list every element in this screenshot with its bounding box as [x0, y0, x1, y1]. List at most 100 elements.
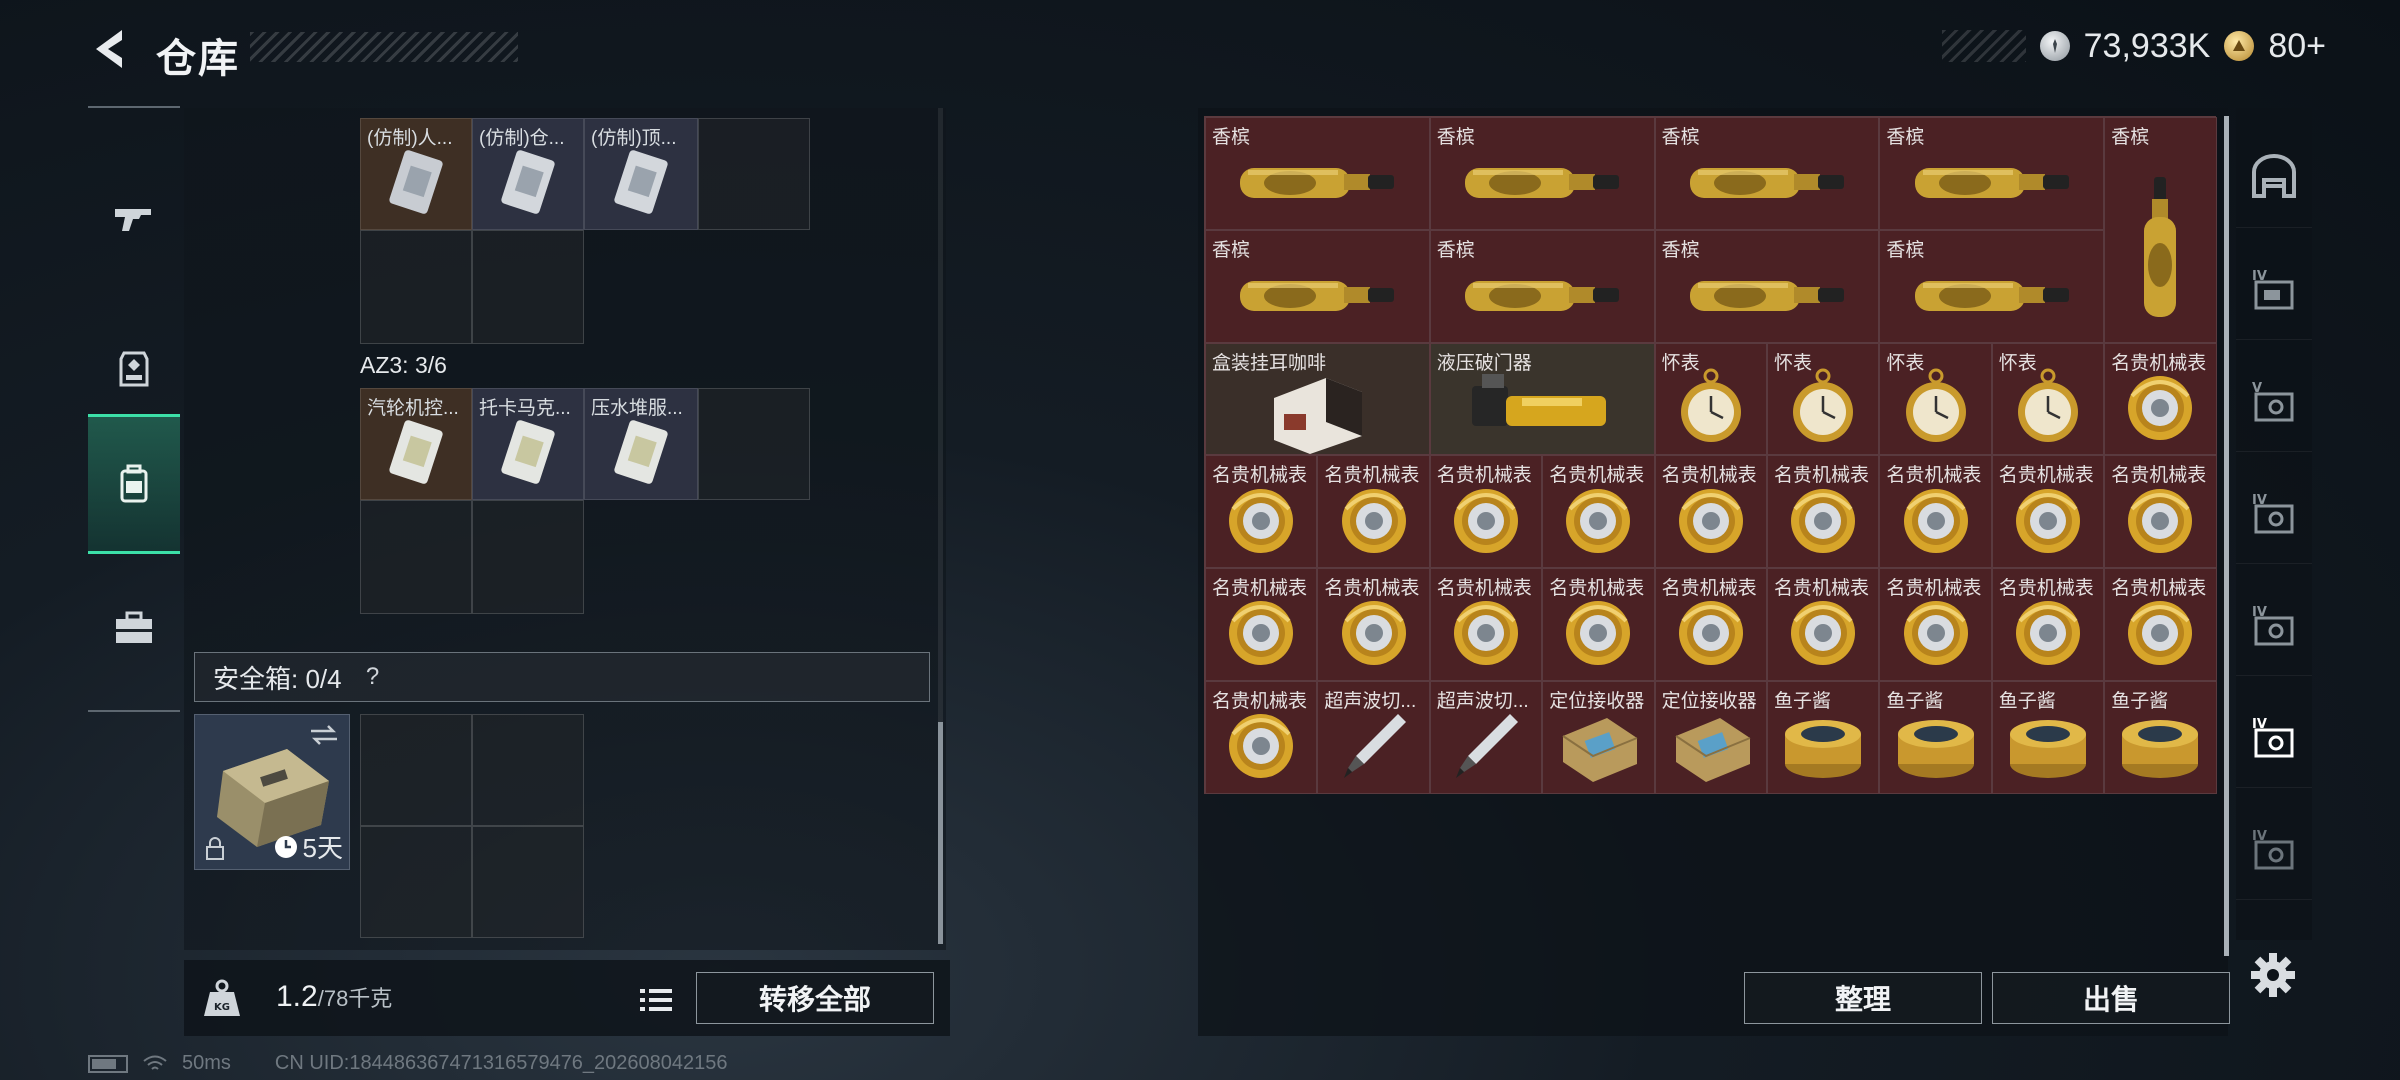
- rail-item-weapons[interactable]: [88, 148, 180, 288]
- stash-scrollbar[interactable]: [2224, 116, 2229, 956]
- stash-item-caviar[interactable]: 鱼子酱: [1991, 681, 2105, 794]
- stash-item-label: 怀表: [1661, 352, 1700, 374]
- stash-page-main[interactable]: [2236, 128, 2312, 228]
- stash-item-luxury-watch[interactable]: 名贵机械表: [1317, 455, 1430, 569]
- luxury-icon: [1903, 488, 1968, 553]
- container-item-3[interactable]: (仿制)顶...: [584, 118, 698, 230]
- settings-gear-icon[interactable]: [2248, 950, 2298, 1000]
- stash-item-luxury-watch[interactable]: 名贵机械表: [1542, 455, 1655, 569]
- safebox-item[interactable]: 5天: [194, 714, 350, 870]
- stash-item-label: 名贵机械表: [1324, 465, 1420, 487]
- back-arrow-icon[interactable]: [86, 24, 136, 74]
- stash-item-luxury-watch[interactable]: 名贵机械表: [1767, 568, 1880, 681]
- stash-item-locator[interactable]: 定位接收器: [1542, 681, 1655, 794]
- empty-slot[interactable]: [698, 388, 810, 500]
- stash-item-pocket-watch[interactable]: 怀表: [1991, 342, 2105, 456]
- stash-item-champagne[interactable]: 香槟: [1205, 117, 1430, 230]
- stash-item-luxury-watch[interactable]: 名贵机械表: [1542, 568, 1655, 681]
- stash-item-luxury-watch[interactable]: 名贵机械表: [1654, 455, 1767, 569]
- stash-item-luxury-watch[interactable]: 名贵机械表: [1879, 568, 1992, 681]
- gold-coin-icon: [2224, 31, 2255, 61]
- stash-item-caviar[interactable]: 鱼子酱: [2104, 681, 2217, 794]
- stash-item-champagne[interactable]: 香槟: [1429, 117, 1655, 230]
- help-icon[interactable]: ?: [358, 662, 388, 692]
- empty-slot[interactable]: [472, 500, 584, 614]
- stash-item-label: 香槟: [1886, 127, 1925, 148]
- container-item-1[interactable]: (仿制)人...: [360, 118, 472, 230]
- empty-slot[interactable]: [472, 230, 584, 344]
- stash-item-pocket-watch[interactable]: 怀表: [1879, 342, 1992, 456]
- stash-item-champagne[interactable]: 香槟: [1654, 229, 1880, 343]
- stash-item-luxury-watch[interactable]: 名贵机械表: [1991, 455, 2105, 569]
- stash-item-luxury-watch[interactable]: 名贵机械表: [2104, 455, 2217, 569]
- stash-page-iv-3[interactable]: IV: [2236, 576, 2312, 676]
- sort-button[interactable]: 整理: [1744, 972, 1982, 1024]
- empty-slot[interactable]: [360, 714, 472, 826]
- stash-item-champagne[interactable]: 香槟: [1429, 229, 1655, 343]
- case-v-icon: V: [2252, 381, 2294, 421]
- transfer-all-button[interactable]: 转移全部: [696, 972, 934, 1024]
- rail-item-backpack[interactable]: [88, 414, 180, 554]
- stash-item-ultrasonic[interactable]: 超声波切...: [1429, 681, 1543, 794]
- stash-item-pocket-watch[interactable]: 怀表: [1767, 342, 1880, 456]
- stash-item-champagne[interactable]: 香槟: [2104, 117, 2217, 343]
- container-item-2[interactable]: (仿制)仓...: [472, 118, 584, 230]
- sell-button[interactable]: 出售: [1992, 972, 2230, 1024]
- empty-slot[interactable]: [472, 714, 584, 826]
- stash-item-label: 名贵机械表: [2111, 578, 2207, 600]
- stash-item-caviar[interactable]: 鱼子酱: [1879, 681, 1992, 794]
- stash-item-luxury-watch[interactable]: 名贵机械表: [1205, 455, 1318, 569]
- stash-item-label: 香槟: [1886, 239, 1925, 261]
- luxury-icon: [1791, 601, 1856, 666]
- swap-icon[interactable]: [309, 723, 339, 747]
- stash-item-locator[interactable]: 定位接收器: [1654, 681, 1767, 794]
- pocket-icon: [1905, 368, 1966, 442]
- wifi-icon: [143, 1055, 167, 1070]
- stash-page-iv-4[interactable]: IV: [2236, 800, 2312, 900]
- stash-item-luxury-watch[interactable]: 名贵机械表: [2104, 568, 2217, 681]
- empty-slot[interactable]: [360, 230, 472, 344]
- stash-item-ultrasonic[interactable]: 超声波切...: [1317, 681, 1430, 794]
- container-scrollbar[interactable]: [938, 722, 943, 944]
- stash-item-caviar[interactable]: 鱼子酱: [1767, 681, 1880, 794]
- stash-item-champagne[interactable]: 香槟: [1205, 229, 1430, 343]
- stash-item-luxury-watch[interactable]: 名贵机械表: [2104, 342, 2217, 456]
- luxury-icon: [1678, 601, 1743, 666]
- container-item-5[interactable]: 托卡马克...: [472, 388, 584, 500]
- stash-item-luxury-watch[interactable]: 名贵机械表: [1654, 568, 1767, 681]
- stash-page-rail: IV V IV IV IV IV: [2236, 108, 2312, 940]
- stash-item-luxury-watch[interactable]: 名贵机械表: [1205, 568, 1318, 681]
- stash-item-coffee[interactable]: 盒装挂耳咖啡: [1205, 342, 1430, 456]
- stash-item-luxury-watch[interactable]: 名贵机械表: [1429, 455, 1543, 569]
- stash-item-breacher[interactable]: 液压破门器: [1429, 342, 1655, 456]
- empty-slot[interactable]: [472, 826, 584, 938]
- stash-item-pocket-watch[interactable]: 怀表: [1654, 342, 1767, 456]
- pocket-icon: [2017, 368, 2078, 442]
- stash-item-luxury-watch[interactable]: 名贵机械表: [1767, 455, 1880, 569]
- stash-item-label: 名贵机械表: [2111, 352, 2207, 374]
- stash-item-champagne[interactable]: 香槟: [1654, 117, 1880, 230]
- stash-page-iv-active[interactable]: IV: [2236, 688, 2312, 788]
- container-item-6[interactable]: 压水堆服...: [584, 388, 698, 500]
- list-view-button[interactable]: [634, 978, 678, 1022]
- container-item-4[interactable]: 汽轮机控...: [360, 388, 472, 500]
- stash-page-v[interactable]: V: [2236, 352, 2312, 452]
- stash-item-luxury-watch[interactable]: 名贵机械表: [1429, 568, 1543, 681]
- stash-item-luxury-watch[interactable]: 名贵机械表: [1879, 455, 1992, 569]
- stash-item-champagne[interactable]: 香槟: [1879, 117, 2105, 230]
- empty-slot[interactable]: [698, 118, 810, 230]
- stash-item-label: 超声波切...: [1436, 691, 1529, 712]
- empty-slot[interactable]: [360, 826, 472, 938]
- locator-icon: [1562, 718, 1638, 783]
- stash-item-champagne[interactable]: 香槟: [1879, 229, 2105, 343]
- stash-page-iv-2[interactable]: IV: [2236, 464, 2312, 564]
- empty-slot[interactable]: [360, 500, 472, 614]
- stash-item-luxury-watch[interactable]: 名贵机械表: [1205, 681, 1318, 794]
- rail-item-toolbox[interactable]: [88, 558, 180, 698]
- luxury-icon: [1791, 488, 1856, 553]
- champagne-h-icon: [1240, 281, 1395, 312]
- stash-item-luxury-watch[interactable]: 名贵机械表: [1991, 568, 2105, 681]
- stash-page-iv-1[interactable]: IV: [2236, 240, 2312, 340]
- stash-item-luxury-watch[interactable]: 名贵机械表: [1317, 568, 1430, 681]
- stash-item-label: 怀表: [1774, 352, 1813, 374]
